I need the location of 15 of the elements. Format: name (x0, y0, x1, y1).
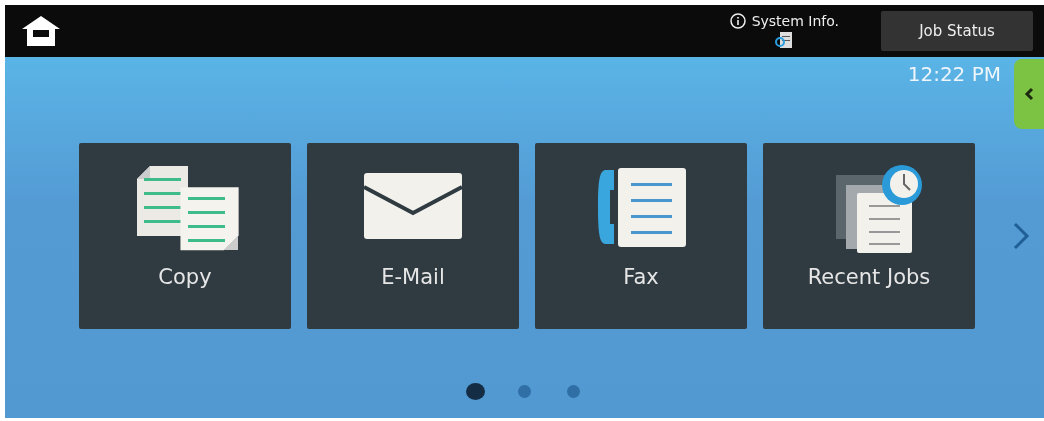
chevron-left-icon (1024, 87, 1034, 101)
side-panel-tab[interactable] (1014, 59, 1044, 129)
page-indicator-dot[interactable] (518, 385, 531, 398)
home-icon (21, 15, 61, 47)
page-indicator-dot[interactable] (466, 383, 485, 400)
job-status-button[interactable]: Job Status (881, 11, 1033, 51)
page-indicator-dot[interactable] (567, 385, 580, 398)
clock-time: 12:22 PM (907, 62, 1001, 88)
app-tile[interactable]: Copy (79, 143, 291, 329)
info-icon (729, 13, 746, 29)
app-tile[interactable]: E-Mail (307, 143, 519, 329)
app-tile[interactable]: Recent Jobs (763, 143, 975, 329)
app-tile[interactable]: Fax (535, 143, 747, 329)
system-info-button[interactable]: System Info. (729, 13, 839, 29)
printer-status-icon (775, 31, 794, 49)
